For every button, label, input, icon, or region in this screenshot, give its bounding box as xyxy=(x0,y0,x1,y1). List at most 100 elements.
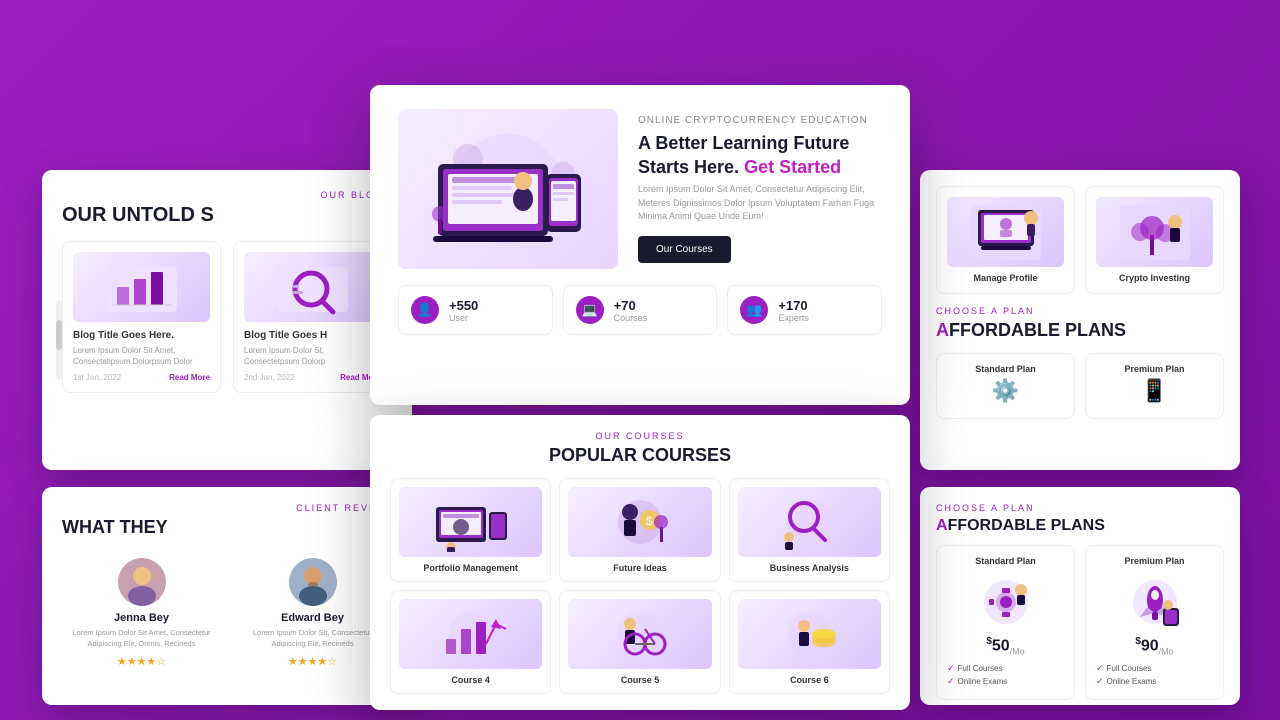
course-name-4: Course 4 xyxy=(399,675,542,685)
stat-experts: 👥 +170 Experts xyxy=(727,285,882,335)
stat-courses-info: +70 Courses xyxy=(614,298,648,323)
pricing-premium-price: $90/Mo xyxy=(1096,636,1213,657)
standard-plan-name: Standard Plan xyxy=(947,364,1064,374)
testimonials-grid: Jenna Bey Lorem Ipsum Dolor Sit Amet, Co… xyxy=(62,550,392,676)
testimonial-desc-1: Lorem Ipsum Dolor Sit Amet, Consectetur … xyxy=(70,628,213,649)
plan-section-label: CHOOSE A PLAN xyxy=(936,306,1224,316)
feature-manage-profile[interactable]: Manage Profile xyxy=(936,186,1075,294)
hero-title: A Better Learning Future Starts Here. Ge… xyxy=(638,132,882,179)
feature-crypto-investing[interactable]: Crypto Investing xyxy=(1085,186,1224,294)
premium-plan-icon: 📱 xyxy=(1096,378,1213,404)
stat-experts-label: Experts xyxy=(778,313,809,323)
course-thumb-2: $ xyxy=(568,487,711,557)
course-item-1[interactable]: Portfolio Management xyxy=(390,478,551,582)
courses-section-label: OUR COURSES xyxy=(390,431,890,441)
our-courses-button[interactable]: Our Courses xyxy=(638,236,731,263)
blog-footer-2: 2nd Jan, 2022 Read More xyxy=(244,373,381,382)
hero-subtitle: Online Cryptocurrency Education xyxy=(638,115,882,126)
pricing-premium-features: ✓ Full Courses ✓ Online Exams xyxy=(1096,663,1213,687)
stats-row: 👤 +550 User 💻 +70 Courses 👥 +170 Experts xyxy=(370,285,910,347)
hero-section: Online Cryptocurrency Education A Better… xyxy=(370,85,910,285)
check-icon-1: ✓ xyxy=(947,663,955,674)
course-item-5[interactable]: Course 5 xyxy=(559,590,720,694)
course-item-3[interactable]: Business Analysis xyxy=(729,478,890,582)
feature-name-manage: Manage Profile xyxy=(947,273,1064,283)
plan-section-title: AFFORDABLE PLANS xyxy=(936,320,1224,341)
blog-date-2: 2nd Jan, 2022 xyxy=(244,373,295,382)
hero-text: Online Cryptocurrency Education A Better… xyxy=(638,115,882,262)
main-hero-card: Online Cryptocurrency Education A Better… xyxy=(370,85,910,405)
hero-title-highlight: Get Started xyxy=(744,157,841,177)
hero-title-line2: Starts Here. xyxy=(638,157,739,177)
course-item-2[interactable]: $ Future Ideas xyxy=(559,478,720,582)
features-grid: Manage Profile Crypto xyxy=(936,186,1224,294)
check-icon-2: ✓ xyxy=(947,676,955,687)
pricing-card: CHOOSE A PLAN AFFORDABLE PLANS Standard … xyxy=(920,487,1240,705)
testimonials-card: CLIENT REVIEW WHAT THEY Jenna Bey Lorem … xyxy=(42,487,412,705)
stars-2: ★★★★☆ xyxy=(241,655,384,668)
courses-section-title: POPULAR COURSES xyxy=(390,445,890,466)
course-name-3: Business Analysis xyxy=(738,563,881,573)
courses-grid: Portfolio Management $ xyxy=(390,478,890,694)
premium-feature-1: ✓ Full Courses xyxy=(1096,663,1213,674)
blog-read-1[interactable]: Read More xyxy=(169,373,210,382)
pricing-standard-name: Standard Plan xyxy=(947,556,1064,566)
stat-courses-label: Courses xyxy=(614,313,648,323)
check-icon-4: ✓ xyxy=(1096,676,1104,687)
standard-plan[interactable]: Standard Plan ⚙️ xyxy=(936,353,1075,419)
scroll-indicator xyxy=(56,300,62,380)
stars-1: ★★★★☆ xyxy=(70,655,213,668)
svg-text:$: $ xyxy=(646,514,653,528)
pricing-standard[interactable]: Standard Plan xyxy=(936,545,1075,700)
course-name-2: Future Ideas xyxy=(568,563,711,573)
stat-users-value: +550 xyxy=(449,298,478,313)
testimonials-label: CLIENT REVIEW xyxy=(62,503,392,513)
pricing-premium-illus xyxy=(1096,572,1213,632)
experts-icon: 👥 xyxy=(740,296,768,324)
hero-illustration xyxy=(398,109,618,269)
testimonial-2: Edward Bey Lorem Ipsum Dolor Sit, Consec… xyxy=(233,550,392,676)
courses-card: OUR COURSES POPULAR COURSES xyxy=(370,415,910,710)
stat-courses-value: +70 xyxy=(614,298,648,313)
blog-item-1[interactable]: Blog Title Goes Here. Lorem Ipsum Dolor … xyxy=(62,241,221,393)
right-features-card: Manage Profile Crypto xyxy=(920,170,1240,470)
course-thumb-4 xyxy=(399,599,542,669)
blog-footer-1: 1st Jan, 2022 Read More xyxy=(73,373,210,382)
stat-experts-value: +170 xyxy=(778,298,809,313)
stat-users: 👤 +550 User xyxy=(398,285,553,335)
course-name-1: Portfolio Management xyxy=(399,563,542,573)
testimonials-title: WHAT THEY xyxy=(62,517,392,538)
blog-section-title: OUR UNTOLD S xyxy=(62,204,392,227)
course-thumb-3 xyxy=(738,487,881,557)
course-thumb-1 xyxy=(399,487,542,557)
blog-thumb-1 xyxy=(73,252,210,322)
course-thumb-5 xyxy=(568,599,711,669)
pricing-premium[interactable]: Premium Plan xyxy=(1085,545,1224,700)
testimonial-1: Jenna Bey Lorem Ipsum Dolor Sit Amet, Co… xyxy=(62,550,221,676)
plans-row: Standard Plan ⚙️ Premium Plan 📱 xyxy=(936,353,1224,419)
avatar-edward xyxy=(289,558,337,606)
blog-item-2[interactable]: Blog Title Goes H Lorem Ipsum Dolor St, … xyxy=(233,241,392,393)
standard-feature-1: ✓ Full Courses xyxy=(947,663,1064,674)
pricing-standard-features: ✓ Full Courses ✓ Online Exams xyxy=(947,663,1064,687)
testimonial-name-2: Edward Bey xyxy=(241,612,384,624)
pricing-premium-name: Premium Plan xyxy=(1096,556,1213,566)
blog-thumb-2 xyxy=(244,252,381,322)
course-item-4[interactable]: Course 4 xyxy=(390,590,551,694)
premium-plan[interactable]: Premium Plan 📱 xyxy=(1085,353,1224,419)
blog-desc-2: Lorem Ipsum Dolor St, Consectetpsum Dolo… xyxy=(244,345,381,367)
course-thumb-6 xyxy=(738,599,881,669)
hero-desc: Lorem Ipsum Dolor Sit Amet, Consectetur … xyxy=(638,183,882,224)
blog-date-1: 1st Jan, 2022 xyxy=(73,373,121,382)
pricing-title: AFFORDABLE PLANS xyxy=(936,517,1224,535)
testimonial-desc-2: Lorem Ipsum Dolor Sit, Consectetur Adipi… xyxy=(241,628,384,649)
courses-icon: 💻 xyxy=(576,296,604,324)
blog-desc-1: Lorem Ipsum Dolor Sit Amet, Consectatips… xyxy=(73,345,210,367)
premium-feature-2: ✓ Online Exams xyxy=(1096,676,1213,687)
pricing-standard-price: $50/Mo xyxy=(947,636,1064,657)
hero-title-line1: A Better Learning Future xyxy=(638,133,849,153)
scroll-thumb xyxy=(56,320,62,350)
stat-courses: 💻 +70 Courses xyxy=(563,285,718,335)
course-item-6[interactable]: Course 6 xyxy=(729,590,890,694)
blog-section-label: OUR BLOGS xyxy=(62,190,392,200)
